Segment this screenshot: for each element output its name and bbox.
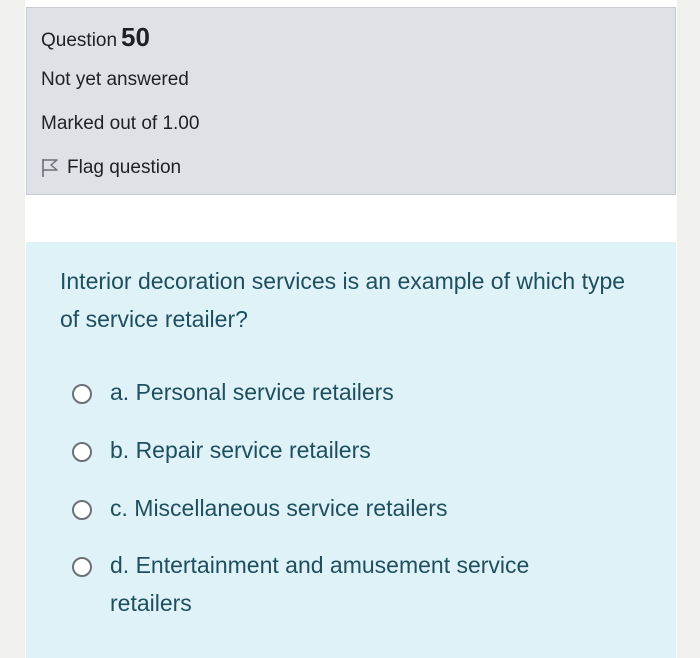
answer-label: d. Entertainment and amusement service r…	[110, 552, 530, 616]
answer-option-b[interactable]: b. Repair service retailers	[72, 431, 580, 469]
answer-option-a[interactable]: a. Personal service retailers	[72, 373, 580, 411]
radio-button[interactable]	[72, 557, 92, 577]
flag-question-label: Flag question	[67, 157, 182, 178]
question-content: Interior decoration services is an examp…	[26, 242, 676, 658]
question-number: Question 50	[41, 22, 150, 53]
radio-button[interactable]	[72, 442, 92, 462]
quiz-page: Question 50 Not yet answered Marked out o…	[25, 0, 677, 658]
question-grade: Marked out of 1.00	[41, 113, 200, 134]
answer-option-d[interactable]: d. Entertainment and amusement service r…	[72, 546, 580, 622]
answer-label: c. Miscellaneous service retailers	[110, 495, 448, 521]
answer-label: b. Repair service retailers	[110, 437, 371, 463]
flag-icon	[41, 158, 59, 178]
answer-option-c[interactable]: c. Miscellaneous service retailers	[72, 489, 580, 527]
question-text: Interior decoration services is an examp…	[60, 268, 626, 332]
radio-button[interactable]	[72, 384, 92, 404]
question-label: Question	[41, 30, 118, 51]
question-number-value: 50	[121, 22, 150, 52]
radio-button[interactable]	[72, 500, 92, 520]
question-state: Not yet answered	[41, 69, 189, 90]
answer-label: a. Personal service retailers	[110, 379, 394, 405]
flag-question-button[interactable]: Flag question	[41, 157, 181, 179]
question-info-box: Question 50 Not yet answered Marked out o…	[26, 7, 676, 195]
